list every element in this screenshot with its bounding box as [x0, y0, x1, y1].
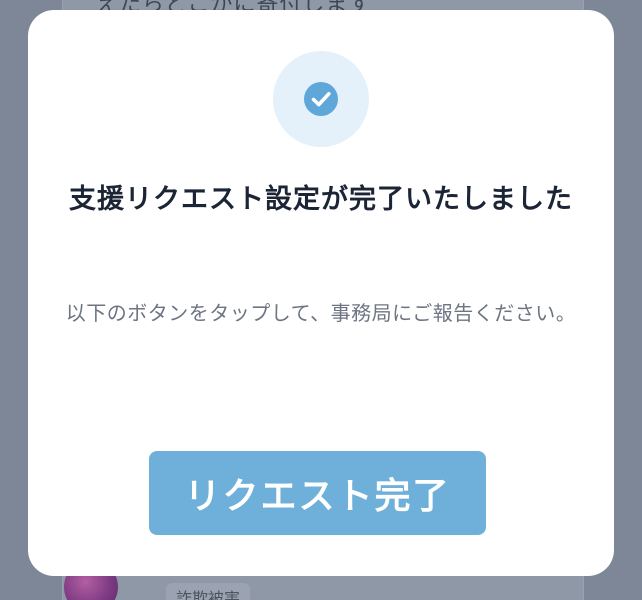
modal-title: 支援リクエスト設定が完了いたしました	[69, 184, 573, 215]
checkmark-icon	[304, 82, 338, 116]
request-complete-button[interactable]: リクエスト完了	[149, 451, 486, 535]
check-circle-icon	[273, 51, 369, 147]
page: えたらどこかに寄付します 詐欺被害 支援リクエスト設定が完了いたしました 以下の…	[0, 0, 642, 600]
completion-modal: 支援リクエスト設定が完了いたしました 以下のボタンをタップして、事務局にご報告く…	[28, 10, 614, 576]
modal-description: 以下のボタンをタップして、事務局にご報告ください。	[65, 301, 577, 325]
background-tag: 詐欺被害	[166, 583, 251, 600]
